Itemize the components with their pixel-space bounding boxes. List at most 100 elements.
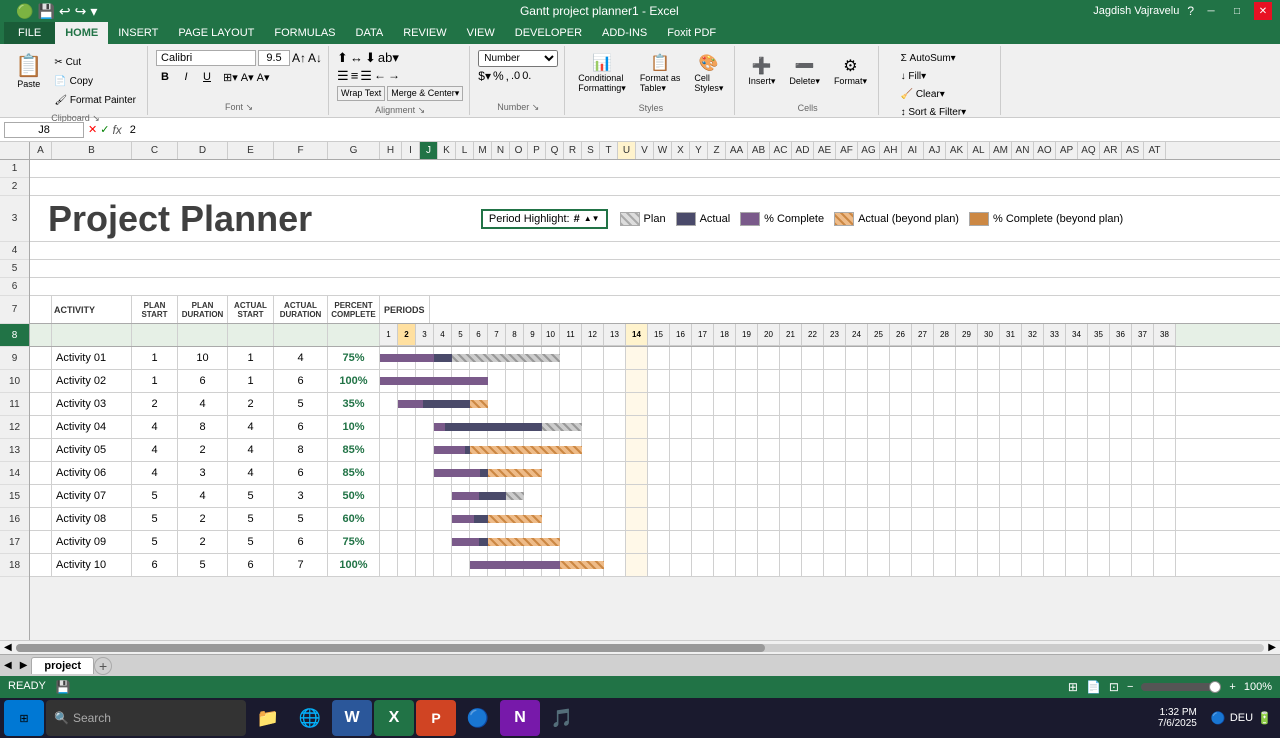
- row-9[interactable]: 9: [0, 347, 29, 370]
- format-btn[interactable]: ⚙Format▾: [829, 50, 872, 92]
- tab-data[interactable]: DATA: [346, 22, 394, 44]
- col-AD[interactable]: AD: [792, 142, 814, 159]
- view-normal-btn[interactable]: ⊞: [1068, 680, 1078, 694]
- currency-btn[interactable]: $▾: [478, 69, 491, 83]
- decrease-font-btn[interactable]: A↓: [308, 51, 322, 65]
- tab-foxit[interactable]: Foxit PDF: [657, 22, 726, 44]
- fill-btn[interactable]: ↓ Fill▾: [896, 68, 932, 85]
- col-AR[interactable]: AR: [1100, 142, 1122, 159]
- col-S[interactable]: S: [582, 142, 600, 159]
- zoom-out-btn[interactable]: −: [1127, 681, 1133, 693]
- zoom-in-btn[interactable]: +: [1229, 681, 1235, 693]
- cell-styles-btn[interactable]: 🎨CellStyles▾: [689, 50, 728, 97]
- col-AP[interactable]: AP: [1056, 142, 1078, 159]
- col-B[interactable]: B: [52, 142, 132, 159]
- row-16[interactable]: 16: [0, 508, 29, 531]
- format-as-table-btn[interactable]: 📋Format asTable▾: [635, 50, 686, 97]
- scroll-right-btn[interactable]: ▶: [1268, 642, 1276, 653]
- font-size-input[interactable]: [258, 50, 290, 66]
- period-highlight-spinner[interactable]: ▲▼: [584, 214, 600, 223]
- align-mid-btn[interactable]: ↔: [350, 50, 363, 66]
- decrease-decimal-btn[interactable]: 0.: [522, 70, 531, 82]
- col-G[interactable]: G: [328, 142, 380, 159]
- col-AM[interactable]: AM: [990, 142, 1012, 159]
- taskbar-excel[interactable]: X: [374, 700, 414, 736]
- confirm-formula-btn[interactable]: ✓: [100, 123, 109, 137]
- increase-font-btn[interactable]: A↑: [292, 51, 306, 65]
- bluetooth-icon[interactable]: 🔵: [1211, 711, 1226, 725]
- row-17[interactable]: 17: [0, 531, 29, 554]
- col-AG[interactable]: AG: [858, 142, 880, 159]
- col-AA[interactable]: AA: [726, 142, 748, 159]
- row-8[interactable]: 8: [0, 324, 29, 347]
- customize-icon[interactable]: ▾: [90, 3, 97, 20]
- col-D[interactable]: D: [178, 142, 228, 159]
- col-AB[interactable]: AB: [748, 142, 770, 159]
- font-name-input[interactable]: [156, 50, 256, 66]
- col-X[interactable]: X: [672, 142, 690, 159]
- align-left-btn[interactable]: ☰: [337, 68, 349, 84]
- row-13[interactable]: 13: [0, 439, 29, 462]
- formula-input[interactable]: [126, 123, 1276, 137]
- col-AH[interactable]: AH: [880, 142, 902, 159]
- view-page-layout-btn[interactable]: 📄: [1086, 680, 1101, 694]
- col-E[interactable]: E: [228, 142, 274, 159]
- align-top-btn[interactable]: ⬆: [337, 50, 348, 66]
- align-center-btn[interactable]: ≡: [351, 68, 359, 84]
- col-AJ[interactable]: AJ: [924, 142, 946, 159]
- col-P[interactable]: P: [528, 142, 546, 159]
- paste-button[interactable]: 📋 Paste: [10, 50, 47, 92]
- align-right-btn[interactable]: ☰: [360, 68, 372, 84]
- col-V[interactable]: V: [636, 142, 654, 159]
- tab-page-layout[interactable]: PAGE LAYOUT: [168, 22, 264, 44]
- col-AQ[interactable]: AQ: [1078, 142, 1100, 159]
- tab-view[interactable]: VIEW: [457, 22, 505, 44]
- name-box[interactable]: [4, 122, 84, 138]
- start-button[interactable]: ⊞: [4, 700, 44, 736]
- percent-btn[interactable]: %: [493, 69, 504, 83]
- zoom-slider-thumb[interactable]: [1209, 681, 1221, 693]
- format-painter-button[interactable]: 🖌 Format Painter: [49, 92, 141, 109]
- col-Q[interactable]: Q: [546, 142, 564, 159]
- save-icon[interactable]: 💾: [37, 3, 54, 20]
- row-18[interactable]: 18: [0, 554, 29, 577]
- cancel-formula-btn[interactable]: ✕: [88, 123, 97, 137]
- col-AS[interactable]: AS: [1122, 142, 1144, 159]
- taskbar-powerpoint[interactable]: P: [416, 700, 456, 736]
- col-A[interactable]: A: [30, 142, 52, 159]
- italic-button[interactable]: I: [177, 68, 195, 86]
- wrap-text-btn[interactable]: Wrap Text: [337, 86, 385, 101]
- nav-prev-sheet-btn[interactable]: ◀: [0, 660, 16, 671]
- col-U[interactable]: U: [618, 142, 636, 159]
- tab-file[interactable]: FILE: [4, 22, 55, 44]
- number-format-select[interactable]: Number General Currency Percentage: [478, 50, 558, 67]
- tab-developer[interactable]: DEVELOPER: [505, 22, 592, 44]
- tab-review[interactable]: REVIEW: [393, 22, 456, 44]
- taskbar-chrome[interactable]: 🔵: [458, 700, 498, 736]
- fill-color-button[interactable]: A▾: [241, 71, 254, 84]
- copy-button[interactable]: 📄 Copy: [49, 73, 141, 90]
- col-AE[interactable]: AE: [814, 142, 836, 159]
- col-H[interactable]: H: [380, 142, 402, 159]
- row-12[interactable]: 12: [0, 416, 29, 439]
- col-T[interactable]: T: [600, 142, 618, 159]
- col-R[interactable]: R: [564, 142, 582, 159]
- add-sheet-btn[interactable]: +: [94, 657, 112, 675]
- col-AL[interactable]: AL: [968, 142, 990, 159]
- zoom-slider[interactable]: [1141, 683, 1221, 691]
- tab-insert[interactable]: INSERT: [108, 22, 168, 44]
- col-M[interactable]: M: [474, 142, 492, 159]
- row-6[interactable]: 6: [0, 278, 29, 296]
- maximize-btn[interactable]: □: [1228, 2, 1246, 20]
- decrease-indent-btn[interactable]: ←: [374, 68, 386, 84]
- col-AI[interactable]: AI: [902, 142, 924, 159]
- col-Y[interactable]: Y: [690, 142, 708, 159]
- underline-button[interactable]: U: [198, 68, 216, 86]
- col-F[interactable]: F: [274, 142, 328, 159]
- redo-icon[interactable]: ↪: [75, 3, 87, 20]
- row-1[interactable]: 1: [0, 160, 29, 178]
- view-page-break-btn[interactable]: ⊡: [1109, 680, 1119, 694]
- col-W[interactable]: W: [654, 142, 672, 159]
- nav-next-sheet-btn[interactable]: ▶: [16, 660, 32, 671]
- sort-filter-btn[interactable]: ↕ Sort & Filter▾: [896, 104, 972, 121]
